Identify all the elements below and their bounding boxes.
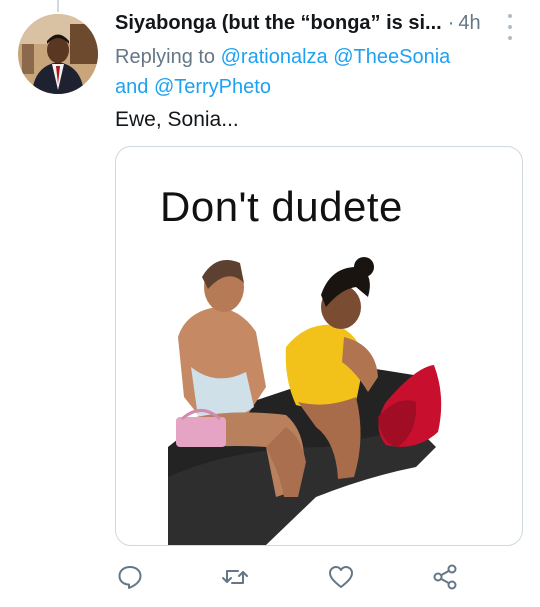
timestamp[interactable]: 4h: [458, 12, 480, 35]
mention-link[interactable]: @rationalza: [221, 46, 328, 68]
retweet-icon[interactable]: [220, 562, 250, 592]
heart-icon[interactable]: [326, 562, 356, 592]
avatar-image: [18, 14, 98, 94]
media-caption: Don't dudete: [160, 183, 403, 230]
tweet-action-bar: [115, 562, 521, 594]
more-vertical-icon[interactable]: [500, 14, 520, 40]
mention-link[interactable]: @TheeSonia: [333, 46, 450, 68]
mention-joiner: and: [115, 76, 149, 98]
reply-icon[interactable]: [115, 562, 145, 592]
separator-dot: ·: [447, 12, 455, 34]
replying-to-line: Replying to @rationalza @TheeSonia and @…: [115, 42, 515, 102]
replying-to-label: Replying to: [115, 46, 216, 68]
mention-link[interactable]: @TerryPheto: [154, 76, 271, 98]
media-card[interactable]: Don't dudete: [115, 146, 523, 546]
tweet-header: Siyabonga (but the “bonga” is si... · 4h: [115, 12, 520, 40]
avatar[interactable]: [18, 14, 98, 94]
tweet-text: Ewe, Sonia...: [115, 108, 239, 131]
display-name[interactable]: Siyabonga (but the “bonga” is si...: [115, 12, 442, 35]
share-icon[interactable]: [430, 562, 460, 592]
thread-connector-line: [57, 0, 59, 12]
